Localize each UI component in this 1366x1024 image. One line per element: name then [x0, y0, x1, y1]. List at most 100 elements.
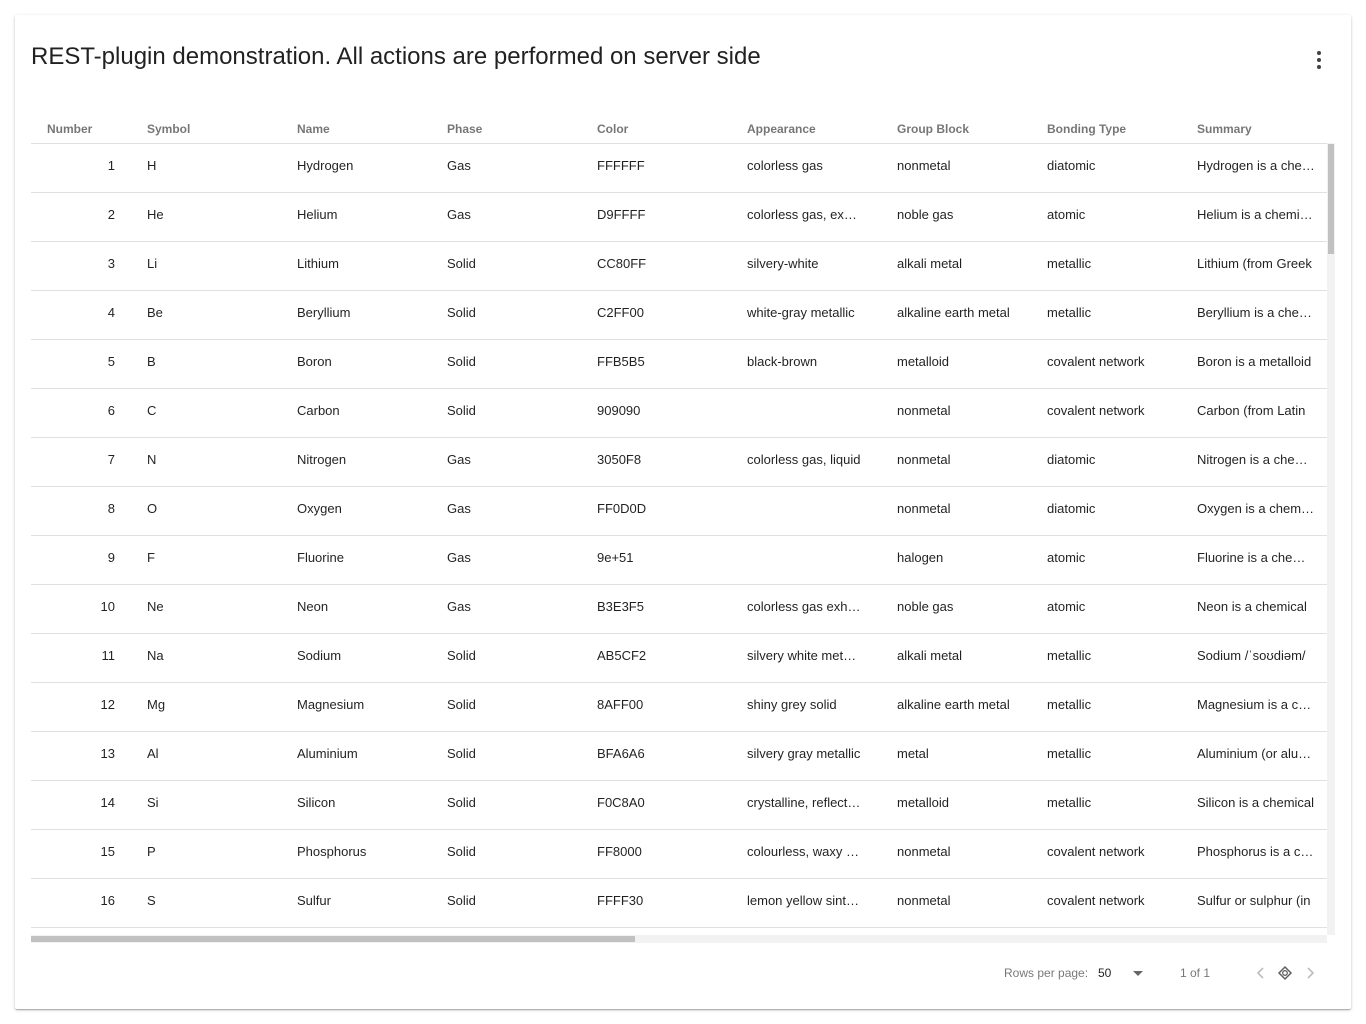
cell-group-block: metalloid — [897, 354, 950, 369]
table-row[interactable]: 6 C Carbon Solid 909090 nonmetal covalent netw… — [31, 389, 1327, 438]
table-row[interactable]: 2 He Helium Gas D9FFFF colorless gas, exhibit… — [31, 193, 1327, 242]
table-row[interactable]: 11 Na Sodium Solid AB5CF2 silvery white metal… — [31, 634, 1327, 683]
cell-name: Oxygen — [297, 501, 342, 516]
table-row[interactable]: 15 P Phosphorus Solid FF8000 colourless, waxy… — [31, 830, 1327, 879]
cell-appearance: silvery white metallic — [747, 648, 866, 663]
cell-symbol: F — [147, 550, 155, 565]
chevron-right-icon[interactable] — [1299, 961, 1321, 985]
cell-bonding-type: metallic — [1047, 795, 1092, 810]
column-header-symbol[interactable]: Symbol — [131, 101, 281, 143]
cell-number: 1 — [107, 158, 115, 173]
cell-number: 3 — [107, 256, 115, 271]
column-header-group-block[interactable]: Group Block — [881, 101, 1031, 143]
table-row[interactable]: 3 Li Lithium Solid CC80FF silvery-white alkali… — [31, 242, 1327, 291]
cell-symbol: Cl — [131, 928, 281, 935]
cell-summary: Hydrogen is a chemical element — [1197, 158, 1327, 173]
table-row[interactable]: 16 S Sulfur Solid FFFF30 lemon yellow sintere… — [31, 879, 1327, 928]
cell-phase: Gas — [431, 928, 581, 935]
cell-phase: Solid — [447, 697, 476, 712]
table-row[interactable]: 12 Mg Magnesium Solid 8AFF00 shiny grey solid… — [31, 683, 1327, 732]
cell-symbol: Be — [147, 305, 163, 320]
cell-appearance: pale yellow-green — [731, 928, 881, 935]
cell-appearance — [731, 487, 881, 535]
cell-number: 15 — [100, 844, 115, 859]
cell-appearance: colorless gas, exhibiting — [747, 207, 881, 222]
rows-per-page-value: 50 — [1098, 966, 1112, 980]
table-body[interactable]: 1 H Hydrogen Gas FFFFFF colorless gas nonmetal… — [31, 144, 1327, 935]
cell-bonding-type: metallic — [1047, 305, 1092, 320]
cell-phase: Solid — [447, 746, 476, 761]
table-row[interactable]: 14 Si Silicon Solid F0C8A0 crystalline, refle… — [31, 781, 1327, 830]
cell-color: AB5CF2 — [597, 648, 647, 663]
cell-group-block: metal — [897, 746, 929, 761]
cell-symbol: S — [147, 893, 156, 908]
table-row[interactable]: 13 Al Aluminium Solid BFA6A6 silvery gray met… — [31, 732, 1327, 781]
table-row[interactable]: 4 Be Beryllium Solid C2FF00 white-gray metall… — [31, 291, 1327, 340]
table-row[interactable]: 10 Ne Neon Gas B3E3F5 colorless gas exhibitin… — [31, 585, 1327, 634]
cell-group-block: alkaline earth metal — [897, 697, 1010, 712]
cell-symbol: Si — [147, 795, 159, 810]
cell-group-block: noble gas — [897, 599, 954, 614]
chevron-left-icon[interactable] — [1250, 961, 1272, 985]
cell-appearance: colourless, waxy white — [747, 844, 877, 859]
column-header-number[interactable]: Number — [31, 101, 131, 143]
cell-number: 11 — [101, 648, 116, 663]
cell-bonding-type: covalent network — [1031, 928, 1181, 935]
cell-number: 6 — [107, 403, 115, 418]
cell-summary: Helium is a chemical element — [1197, 207, 1327, 222]
cell-color: CC80FF — [597, 256, 647, 271]
cell-phase: Solid — [447, 403, 476, 418]
cell-group-block: metalloid — [897, 795, 950, 810]
cell-color: FF0D0D — [597, 501, 647, 516]
cell-group-block: halogen — [881, 928, 1031, 935]
column-header-appearance[interactable]: Appearance — [731, 101, 881, 143]
cell-appearance: black-brown — [747, 354, 818, 369]
cell-group-block: halogen — [897, 550, 944, 565]
cell-bonding-type: covalent network — [1047, 403, 1145, 418]
table-row[interactable]: 17ClChlorineGas1FF01Fpale yellow-greenha… — [31, 928, 1327, 935]
cell-color: FFB5B5 — [597, 354, 645, 369]
cell-group-block: nonmetal — [897, 844, 951, 859]
cell-group-block: nonmetal — [897, 501, 951, 516]
cell-number: 10 — [100, 599, 115, 614]
table-row[interactable]: 7 N Nitrogen Gas 3050F8 colorless gas, liquid… — [31, 438, 1327, 487]
cell-name: Chlorine — [281, 928, 431, 935]
horizontal-scrollbar-thumb[interactable] — [31, 936, 635, 942]
rows-per-page-select[interactable]: 50 — [1098, 960, 1146, 986]
cell-number: 7 — [107, 452, 115, 467]
cell-phase: Solid — [447, 893, 476, 908]
column-header-summary[interactable]: Summary — [1181, 101, 1327, 143]
refresh-icon[interactable] — [1274, 961, 1296, 985]
cell-color: B3E3F5 — [597, 599, 644, 614]
cell-color: FFFFFF — [597, 158, 645, 173]
cell-bonding-type: covalent network — [1047, 354, 1145, 369]
cell-number: 13 — [100, 746, 115, 761]
table-row[interactable]: 9 F Fluorine Gas 9e+51 halogen atomic Fluorine … — [31, 536, 1327, 585]
cell-summary: Magnesium is a chemical — [1197, 697, 1327, 712]
table-row[interactable]: 8 O Oxygen Gas FF0D0D nonmetal diatomic Oxygen … — [31, 487, 1327, 536]
cell-symbol: Li — [147, 256, 158, 271]
cell-summary: Boron is a metalloid — [1197, 354, 1312, 369]
column-header-name[interactable]: Name — [281, 101, 431, 143]
cell-appearance: white-gray metallic — [747, 305, 855, 320]
table-row[interactable]: 1 H Hydrogen Gas FFFFFF colorless gas nonmetal… — [31, 144, 1327, 193]
column-header-color[interactable]: Color — [581, 101, 731, 143]
cell-color: 909090 — [597, 403, 641, 418]
cell-name: Lithium — [297, 256, 339, 271]
column-header-phase[interactable]: Phase — [431, 101, 581, 143]
table-row[interactable]: 5 B Boron Solid FFB5B5 black-brown metalloid co… — [31, 340, 1327, 389]
cell-phase: Gas — [447, 550, 471, 565]
cell-color: 8AFF00 — [597, 697, 644, 712]
vertical-scrollbar-thumb[interactable] — [1328, 144, 1334, 254]
cell-bonding-type: diatomic — [1047, 452, 1096, 467]
cell-name: Magnesium — [297, 697, 365, 712]
column-header-bonding-type[interactable]: Bonding Type — [1031, 101, 1181, 143]
cell-group-block: nonmetal — [897, 158, 951, 173]
more-vert-icon[interactable] — [1307, 45, 1331, 75]
cell-bonding-type: metallic — [1047, 648, 1092, 663]
cell-symbol: Ne — [147, 599, 164, 614]
vertical-scrollbar[interactable] — [1327, 143, 1335, 935]
cell-group-block: nonmetal — [897, 893, 951, 908]
cell-color: F0C8A0 — [597, 795, 645, 810]
cell-group-block: nonmetal — [897, 452, 951, 467]
